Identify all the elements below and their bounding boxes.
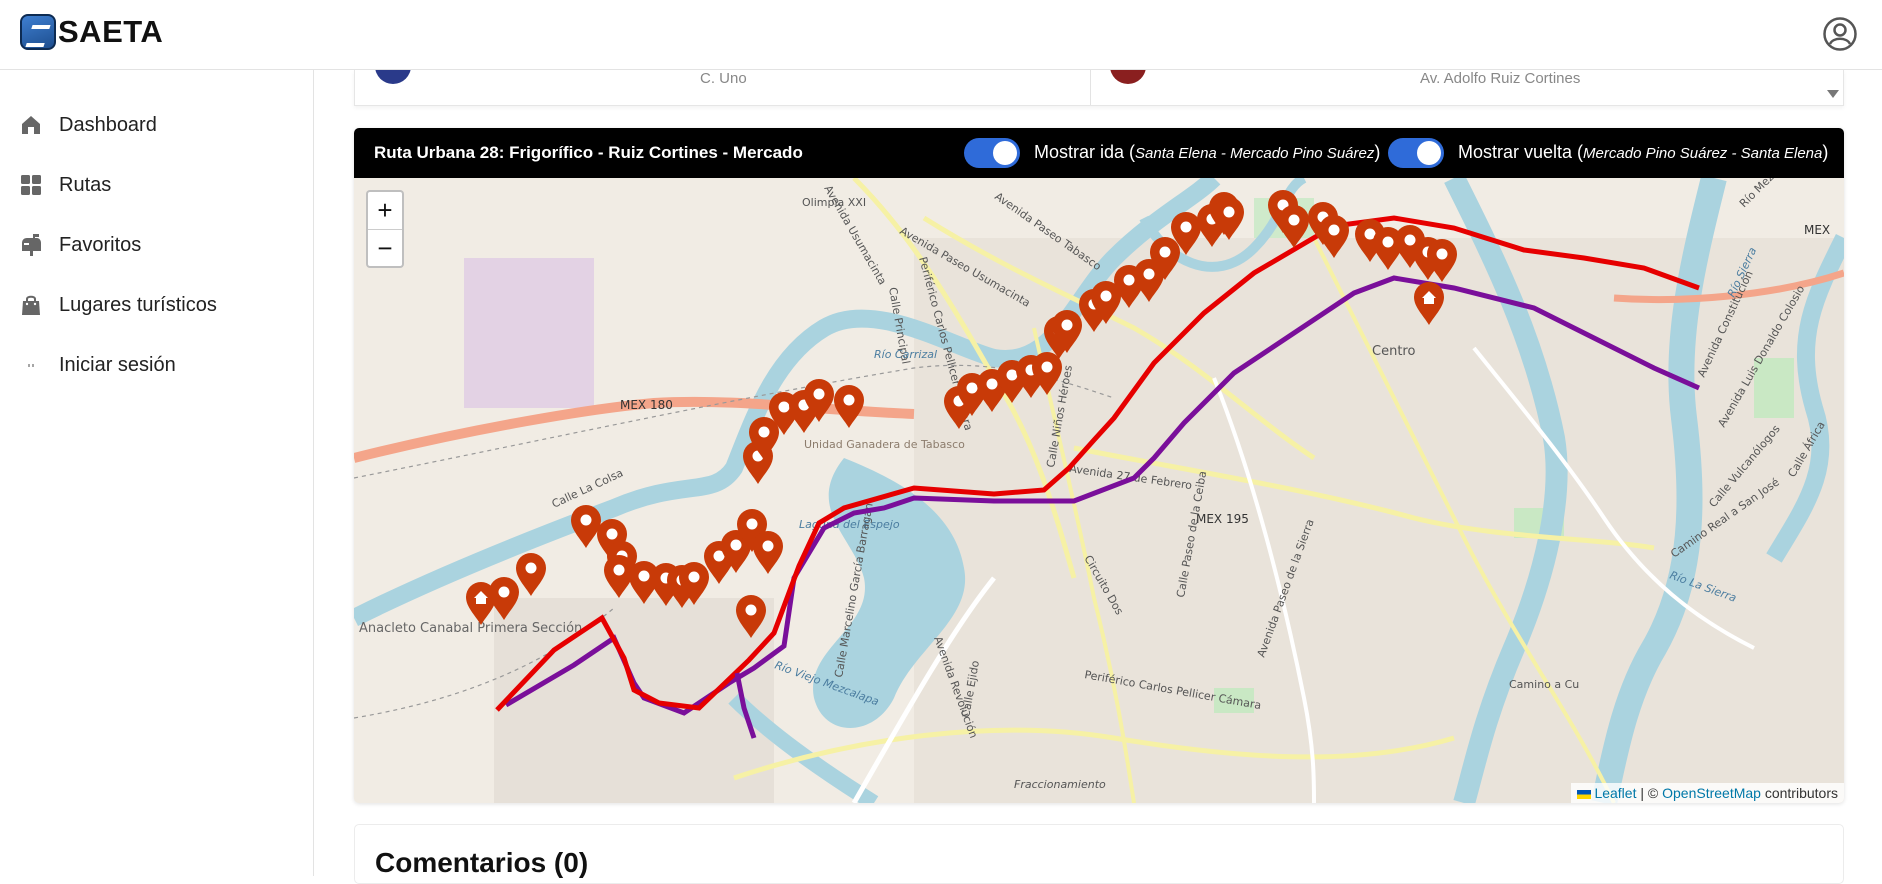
scroll-down-icon[interactable] (1827, 90, 1839, 98)
stop-name: C. Uno (700, 70, 747, 87)
toggle-vuelta-label: Mostrar vuelta (Mercado Pino Suárez - Sa… (1458, 142, 1829, 162)
sidebar-item-lugares[interactable]: Lugares turísticos (18, 290, 217, 320)
grid-icon (18, 172, 44, 198)
route-color-dot (375, 70, 411, 84)
stop-marker-icon[interactable] (1319, 215, 1349, 258)
sidebar-item-iniciar-sesion[interactable]: Iniciar sesión (18, 350, 176, 380)
stop-marker-icon[interactable] (736, 595, 766, 638)
stop-marker-icon[interactable] (1427, 239, 1457, 282)
previous-route-card: C. Uno Av. Adolfo Ruiz Cortines (354, 70, 1844, 106)
toggle-knob (1417, 141, 1441, 165)
login-icon (18, 352, 44, 378)
sidebar-item-label: Dashboard (59, 113, 157, 136)
comments-title: Comentarios (0) (375, 847, 589, 878)
sidebar-item-label: Iniciar sesión (59, 353, 176, 376)
route-color-dot (1110, 70, 1146, 84)
attribution-separator: | © (1640, 785, 1659, 801)
toggle-ida[interactable] (964, 138, 1020, 168)
leaflet-link[interactable]: Leaflet (1594, 785, 1636, 801)
app-logo[interactable]: SAETA (20, 14, 163, 50)
sidebar-item-label: Favoritos (59, 233, 142, 256)
route-map[interactable]: Olimpia XXI Avenida Usumacinta Avenida P… (354, 178, 1844, 803)
map-attribution: Leaflet | © OpenStreetMap contributors (1571, 783, 1844, 803)
route-markers (466, 190, 1457, 638)
comments-card: Comentarios (0) (354, 824, 1844, 884)
toggle-vuelta[interactable] (1388, 138, 1444, 168)
sidebar-item-label: Rutas (59, 173, 112, 196)
stop-marker-icon[interactable] (571, 505, 601, 548)
home-icon (18, 112, 44, 138)
zoom-in-button[interactable]: + (368, 192, 402, 229)
route-header: Ruta Urbana 28: Frigorífico - Ruiz Corti… (354, 128, 1844, 178)
saeta-logo-icon (20, 14, 56, 50)
zoom-control: + − (366, 190, 404, 268)
stop-marker-icon[interactable] (753, 531, 783, 574)
ukraine-flag-icon (1577, 789, 1592, 799)
sidebar-item-dashboard[interactable]: Dashboard (18, 110, 157, 140)
user-circle-icon[interactable] (1822, 16, 1858, 52)
stop-name: Av. Adolfo Ruiz Cortines (1420, 70, 1581, 87)
mailbox-icon (18, 232, 44, 258)
toggle-knob (993, 141, 1017, 165)
main-content: C. Uno Av. Adolfo Ruiz Cortines Ruta Urb… (314, 70, 1882, 884)
route-card: Ruta Urbana 28: Frigorífico - Ruiz Corti… (354, 128, 1844, 803)
top-bar: SAETA (0, 0, 1882, 70)
osm-link[interactable]: OpenStreetMap (1662, 785, 1761, 801)
sidebar-item-favoritos[interactable]: Favoritos (18, 230, 141, 260)
terminal-home-marker-icon[interactable] (1414, 282, 1444, 325)
shopping-bag-icon (18, 292, 44, 318)
app-name: SAETA (58, 14, 164, 49)
route-title: Ruta Urbana 28: Frigorífico - Ruiz Corti… (374, 143, 803, 162)
zoom-out-button[interactable]: − (368, 229, 402, 266)
sidebar-item-rutas[interactable]: Rutas (18, 170, 111, 200)
toggle-ida-label: Mostrar ida (Santa Elena - Mercado Pino … (1034, 142, 1381, 162)
stop-marker-icon[interactable] (516, 553, 546, 596)
attribution-suffix: contributors (1764, 785, 1838, 801)
stop-marker-icon[interactable] (834, 385, 864, 428)
divider (1090, 70, 1091, 105)
terminal-home-marker-icon[interactable] (466, 582, 496, 625)
stop-marker-icon[interactable] (1279, 205, 1309, 248)
sidebar: Dashboard Rutas Favoritos Lugares turíst… (0, 70, 314, 876)
sidebar-item-label: Lugares turísticos (59, 293, 217, 316)
